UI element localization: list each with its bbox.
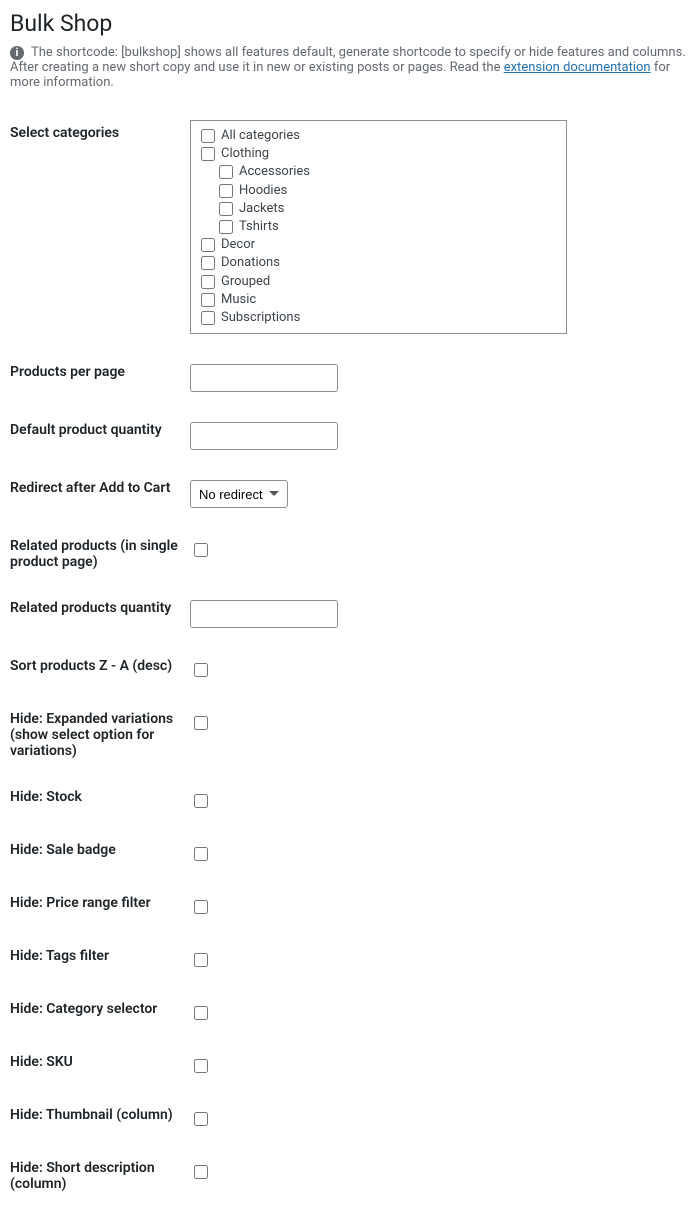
hide-sale-badge-label: Hide: Sale badge <box>10 827 190 880</box>
default-product-quantity-input[interactable] <box>190 422 338 450</box>
hide-short-description-label: Hide: Short description (column) <box>10 1145 190 1207</box>
default-product-quantity-label: Default product quantity <box>10 407 190 465</box>
category-label: Decor <box>221 236 255 254</box>
categories-box: All categoriesClothingAccessoriesHoodies… <box>190 120 567 334</box>
category-checkbox[interactable] <box>219 202 233 216</box>
category-option[interactable]: All categories <box>201 127 556 145</box>
category-option[interactable]: Donations <box>201 254 556 272</box>
category-option[interactable]: Subscriptions <box>201 309 556 327</box>
category-option[interactable]: Decor <box>201 236 556 254</box>
related-products-checkbox[interactable] <box>194 543 208 557</box>
hide-stock-checkbox[interactable] <box>194 794 208 808</box>
products-per-page-input[interactable] <box>190 364 338 392</box>
hide-sku-checkbox[interactable] <box>194 1059 208 1073</box>
category-option[interactable]: Clothing <box>201 145 556 163</box>
category-option[interactable]: Music <box>201 291 556 309</box>
category-label: Music <box>221 291 256 309</box>
category-option[interactable]: Tshirts <box>201 218 556 236</box>
hide-category-selector-label: Hide: Category selector <box>10 986 190 1039</box>
category-label: Donations <box>221 254 280 272</box>
redirect-after-add-label: Redirect after Add to Cart <box>10 465 190 523</box>
category-option[interactable]: Jackets <box>201 200 556 218</box>
category-checkbox[interactable] <box>201 311 215 325</box>
hide-thumbnail-checkbox[interactable] <box>194 1112 208 1126</box>
category-label: Clothing <box>221 145 269 163</box>
related-products-qty-input[interactable] <box>190 600 338 628</box>
hide-expanded-label: Hide: Expanded variations (show select o… <box>10 696 190 774</box>
hide-price-range-checkbox[interactable] <box>194 900 208 914</box>
hide-tags-filter-label: Hide: Tags filter <box>10 933 190 986</box>
category-checkbox[interactable] <box>201 129 215 143</box>
related-products-qty-label: Related products quantity <box>10 585 190 643</box>
hide-short-description-checkbox[interactable] <box>194 1165 208 1179</box>
category-option[interactable]: Accessories <box>201 163 556 181</box>
products-per-page-label: Products per page <box>10 349 190 407</box>
category-label: Subscriptions <box>221 309 300 327</box>
page-description: i The shortcode: [bulkshop] shows all fe… <box>10 45 690 90</box>
category-label: Grouped <box>221 273 270 291</box>
category-checkbox[interactable] <box>219 165 233 179</box>
sort-z-a-label: Sort products Z - A (desc) <box>10 643 190 696</box>
sort-z-a-checkbox[interactable] <box>194 663 208 677</box>
documentation-link[interactable]: extension documentation <box>504 60 651 75</box>
category-label: Hoodies <box>239 182 287 200</box>
hide-category-selector-checkbox[interactable] <box>194 1006 208 1020</box>
category-label: Jackets <box>239 200 284 218</box>
hide-sku-label: Hide: SKU <box>10 1039 190 1092</box>
related-products-label: Related products (in single product page… <box>10 523 190 585</box>
category-checkbox[interactable] <box>201 293 215 307</box>
hide-stock-label: Hide: Stock <box>10 774 190 827</box>
hide-tags-filter-checkbox[interactable] <box>194 953 208 967</box>
select-categories-label: Select categories <box>10 110 190 349</box>
hide-sale-badge-checkbox[interactable] <box>194 847 208 861</box>
category-checkbox[interactable] <box>201 275 215 289</box>
hide-thumbnail-label: Hide: Thumbnail (column) <box>10 1092 190 1145</box>
redirect-after-add-select[interactable]: No redirect <box>190 480 288 508</box>
category-checkbox[interactable] <box>219 184 233 198</box>
category-checkbox[interactable] <box>201 238 215 252</box>
category-checkbox[interactable] <box>219 220 233 234</box>
category-option[interactable]: Hoodies <box>201 182 556 200</box>
category-checkbox[interactable] <box>201 147 215 161</box>
info-icon: i <box>10 46 24 60</box>
category-label: All categories <box>221 127 300 145</box>
category-label: Tshirts <box>239 218 279 236</box>
hide-expanded-checkbox[interactable] <box>194 716 208 730</box>
hide-price-range-label: Hide: Price range filter <box>10 880 190 933</box>
category-label: Accessories <box>239 163 310 181</box>
category-option[interactable]: Grouped <box>201 273 556 291</box>
page-title: Bulk Shop <box>10 10 690 37</box>
category-checkbox[interactable] <box>201 256 215 270</box>
